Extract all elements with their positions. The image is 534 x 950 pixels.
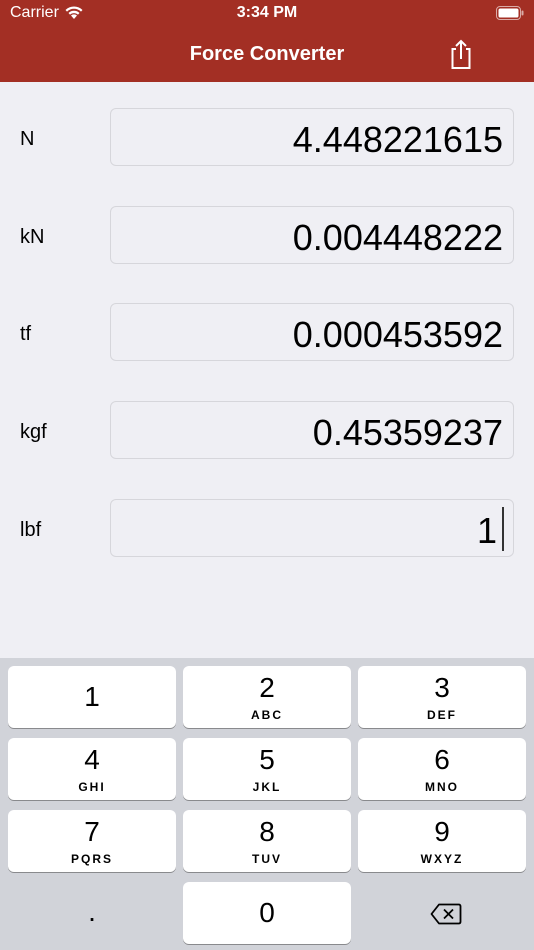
unit-row-kgf: kgf 0.45359237 [0, 401, 534, 461]
key-digit: 6 [434, 744, 450, 775]
key-letters: ABC [251, 708, 283, 722]
unit-label-tf: tf [20, 323, 32, 345]
key-letters: PQRS [70, 852, 113, 866]
unit-label-lbf: lbf [20, 519, 42, 541]
key-6[interactable]: 6 MNO [358, 738, 526, 800]
value-text-kn: 0.004448222 [292, 217, 503, 258]
converter-form: N 4.448221615 kN 0.004448222 tf 0.000453… [0, 82, 534, 658]
key-letters: GHI [78, 780, 106, 794]
unit-label-kgf: kgf [20, 421, 47, 443]
key-letters: DEF [427, 708, 457, 722]
delete-backspace-icon [430, 903, 462, 930]
value-field-n[interactable]: 4.448221615 [110, 108, 514, 166]
numeric-keypad: 1 2 ABC 3 DEF 4 GHI 5 JKL 6 MNO 7 PQRS 8… [0, 658, 534, 950]
key-digit: 9 [434, 816, 450, 847]
key-digit: 2 [259, 672, 275, 703]
key-decimal[interactable]: . [8, 882, 176, 944]
key-delete[interactable] [358, 882, 526, 944]
key-digit: . [88, 896, 96, 927]
key-1[interactable]: 1 [8, 666, 176, 728]
unit-label-n: N [20, 128, 35, 150]
unit-row-n: N 4.448221615 [0, 108, 534, 168]
key-letters: WXYZ [420, 852, 464, 866]
key-letters: JKL [252, 780, 282, 794]
key-digit: 8 [259, 816, 275, 847]
text-cursor [502, 507, 504, 551]
value-field-kn[interactable]: 0.004448222 [110, 206, 514, 264]
unit-label-kn: kN [20, 226, 45, 248]
key-7[interactable]: 7 PQRS [8, 810, 176, 872]
value-field-lbf[interactable]: 1 [110, 499, 514, 557]
clock: 3:34 PM [236, 4, 298, 21]
key-2[interactable]: 2 ABC [183, 666, 351, 728]
key-digit: 4 [84, 744, 100, 775]
key-8[interactable]: 8 TUV [183, 810, 351, 872]
key-4[interactable]: 4 GHI [8, 738, 176, 800]
key-5[interactable]: 5 JKL [183, 738, 351, 800]
key-9[interactable]: 9 WXYZ [358, 810, 526, 872]
value-text-tf: 0.000453592 [292, 314, 503, 355]
value-field-kgf[interactable]: 0.45359237 [110, 401, 514, 459]
share-button[interactable] [446, 38, 476, 70]
key-digit: 5 [259, 744, 275, 775]
unit-row-kn: kN 0.004448222 [0, 206, 534, 266]
key-digit: 1 [84, 681, 100, 712]
key-digit: 3 [434, 672, 450, 703]
value-text-kgf: 0.45359237 [312, 412, 503, 453]
value-field-tf[interactable]: 0.000453592 [110, 303, 514, 361]
key-0[interactable]: 0 [183, 882, 351, 944]
key-letters: TUV [252, 852, 282, 866]
key-letters: MNO [425, 780, 459, 794]
unit-row-lbf: lbf 1 [0, 499, 534, 559]
battery-icon [496, 6, 524, 25]
key-digit: 0 [259, 897, 275, 928]
unit-row-tf: tf 0.000453592 [0, 303, 534, 363]
share-icon [451, 39, 471, 69]
value-text-lbf: 1 [476, 510, 497, 551]
value-text-n: 4.448221615 [292, 119, 503, 160]
key-3[interactable]: 3 DEF [358, 666, 526, 728]
status-bar: Carrier 3:34 PM [0, 0, 534, 28]
key-digit: 7 [84, 816, 100, 847]
navigation-bar: Carrier 3:34 PM Force Converter [0, 0, 534, 82]
